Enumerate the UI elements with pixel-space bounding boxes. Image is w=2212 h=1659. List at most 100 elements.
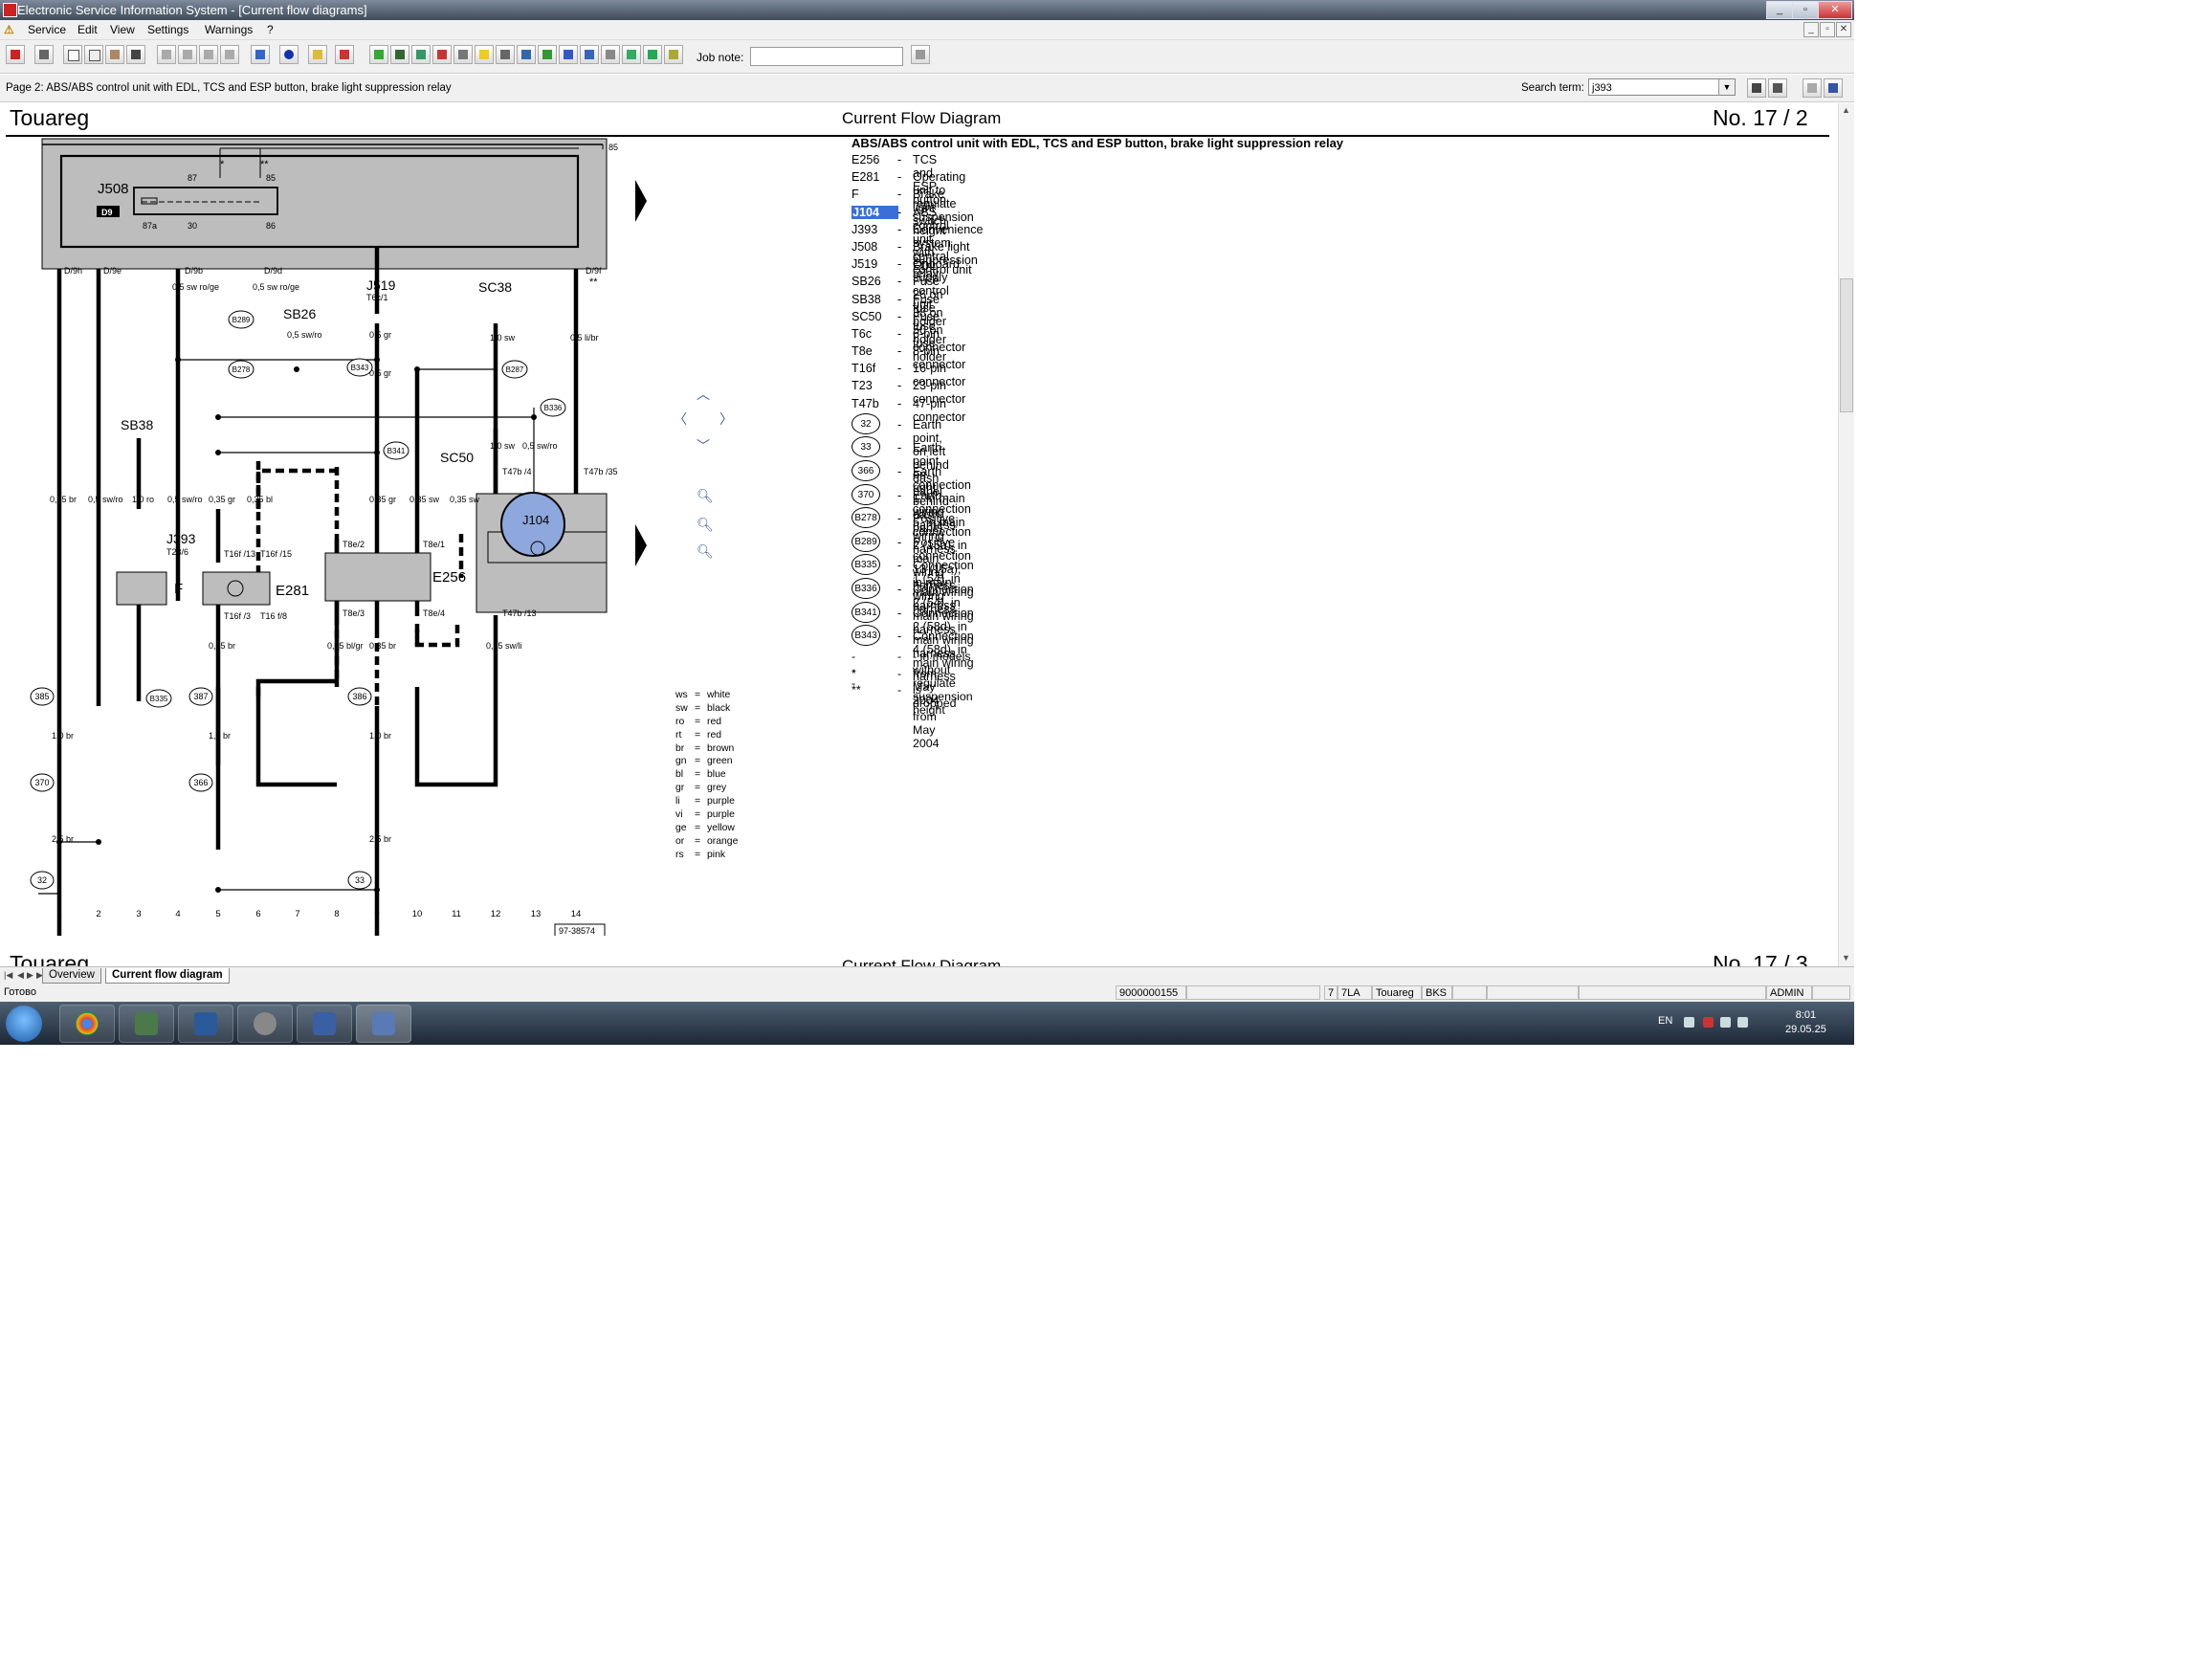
menu-service[interactable]: Service — [28, 23, 66, 36]
wire-color-row: ro = red — [675, 716, 762, 729]
module-warning-icon[interactable] — [475, 45, 494, 64]
close-button[interactable]: ✕ — [1818, 1, 1852, 19]
pan-right-icon[interactable]: 〉 — [719, 409, 733, 429]
menu-warnings[interactable]: Warnings — [205, 23, 253, 36]
wire-color-row: ws = white — [675, 689, 762, 702]
up-level-icon[interactable] — [251, 45, 270, 64]
module-icon-10[interactable] — [559, 45, 578, 64]
taskbar-app-4[interactable] — [237, 1005, 293, 1043]
minimize-button[interactable]: _ — [1766, 1, 1793, 19]
pan-left-icon[interactable]: 〈 — [674, 409, 687, 429]
first-page-icon[interactable] — [157, 45, 176, 64]
legend-circle-code: B278 — [852, 507, 880, 529]
zoom-icon[interactable]: 🔍︎ — [697, 488, 714, 504]
taskbar-app-5[interactable] — [297, 1005, 352, 1043]
tab-first-icon[interactable]: |◀ — [4, 970, 12, 981]
module-icon-8[interactable] — [517, 45, 536, 64]
tab-prev-icon[interactable]: ◀ — [17, 970, 24, 981]
language-indicator[interactable]: EN — [1658, 1015, 1672, 1027]
module-icon-2[interactable] — [390, 45, 409, 64]
module-icon-14[interactable] — [643, 45, 662, 64]
mdi-close-button[interactable]: ✕ — [1836, 22, 1851, 37]
help-icon[interactable] — [308, 45, 327, 64]
vertical-scrollbar[interactable]: ▲ ▼ — [1838, 103, 1854, 966]
module-icon-7[interactable] — [496, 45, 515, 64]
next-diagram-icon[interactable] — [635, 524, 647, 566]
module-icon-9[interactable] — [538, 45, 557, 64]
connector-label: D/9d — [264, 266, 282, 276]
refresh-icon[interactable] — [335, 45, 354, 64]
search-dropdown-icon[interactable]: ▼ — [1718, 79, 1735, 95]
mdi-restore-button[interactable]: ▫ — [1820, 22, 1835, 37]
info-icon[interactable] — [279, 45, 299, 64]
track-number: 9 — [374, 909, 379, 919]
taskbar-elsa[interactable] — [356, 1005, 411, 1043]
clock-time: 8:01 — [1795, 1009, 1817, 1021]
legend-code: J393 — [852, 222, 878, 236]
exit-icon[interactable] — [6, 45, 25, 64]
clock[interactable]: 8:01 29.05.25 — [1785, 1008, 1826, 1037]
tab-bar: |◀ ◀ ▶ ▶| Overview Current flow diagram — [0, 966, 1854, 984]
pan-up-icon[interactable]: ︿ — [697, 385, 710, 404]
taskbar: EN 8:01 29.05.25 — [0, 1002, 1854, 1045]
prev-page-icon[interactable] — [178, 45, 197, 64]
taskbar-app-2[interactable] — [119, 1005, 174, 1043]
start-button[interactable] — [6, 1006, 42, 1042]
module-icon-13[interactable] — [622, 45, 641, 64]
module-icon-11[interactable] — [580, 45, 599, 64]
prev-diagram-icon[interactable] — [635, 180, 647, 222]
maximize-button[interactable]: ▫ — [1792, 1, 1819, 19]
diagram-ref-number: 97-38574 — [559, 926, 595, 936]
junction-label: B336 — [544, 404, 563, 412]
module-icon-5[interactable] — [453, 45, 473, 64]
print-icon[interactable] — [34, 45, 54, 64]
tab-current-flow-diagram[interactable]: Current flow diagram — [105, 968, 230, 984]
last-page-icon[interactable] — [220, 45, 239, 64]
tab-next-icon[interactable]: ▶ — [27, 970, 33, 981]
tray-up-icon[interactable] — [1684, 1017, 1694, 1028]
job-note-button[interactable] — [911, 45, 930, 64]
tray-volume-icon[interactable] — [1737, 1017, 1748, 1028]
scroll-down-icon[interactable]: ▼ — [1842, 953, 1850, 962]
search-next-icon[interactable] — [1768, 78, 1787, 98]
next-page-icon[interactable] — [199, 45, 218, 64]
zoom-in-icon[interactable]: 🔍︎ — [697, 517, 714, 533]
taskbar-chrome[interactable] — [59, 1005, 115, 1043]
document-view[interactable]: Touareg Current Flow Diagram No. 17 / 2 … — [0, 103, 1838, 966]
scroll-thumb[interactable] — [1840, 278, 1853, 412]
module-icon-1[interactable] — [369, 45, 388, 64]
search-icon[interactable] — [1747, 78, 1766, 98]
taskbar-app-3[interactable] — [178, 1005, 233, 1043]
fit-width-icon[interactable] — [1803, 78, 1822, 98]
module-icon-4[interactable] — [432, 45, 452, 64]
car-icon[interactable] — [126, 45, 145, 64]
wire-label: 0,5 sw/ro — [287, 330, 322, 340]
module-icon-3[interactable] — [411, 45, 431, 64]
search-input[interactable]: j393 — [1588, 78, 1736, 96]
module-icon-15[interactable] — [664, 45, 683, 64]
legend-dash: - — [897, 683, 902, 697]
job-note-input[interactable] — [750, 47, 903, 66]
zoom-out-icon[interactable]: 🔍︎ — [697, 543, 714, 560]
fit-page-icon[interactable] — [1824, 78, 1843, 98]
menu-settings[interactable]: Settings — [147, 23, 188, 36]
new-doc-icon[interactable] — [63, 45, 82, 64]
warning-icon[interactable]: ⚠ — [4, 23, 14, 36]
module-icon-12[interactable] — [601, 45, 620, 64]
pan-down-icon[interactable]: ﹀ — [697, 436, 710, 455]
scroll-up-icon[interactable]: ▲ — [1842, 105, 1850, 115]
status-empty-4 — [1579, 985, 1766, 1000]
edit-doc-icon[interactable] — [84, 45, 103, 64]
tab-overview[interactable]: Overview — [42, 968, 101, 984]
menu-view[interactable]: View — [110, 23, 135, 36]
wire-color-name: red — [707, 716, 722, 727]
tray-flag-icon[interactable] — [1703, 1017, 1714, 1028]
menu-help[interactable]: ? — [267, 23, 274, 36]
home-icon[interactable] — [105, 45, 124, 64]
mdi-minimize-button[interactable]: _ — [1803, 22, 1819, 37]
sb38-label: SB38 — [121, 417, 153, 432]
tray-network-icon[interactable] — [1720, 1017, 1731, 1028]
menu-edit[interactable]: Edit — [77, 23, 98, 36]
status-f2: 7LA — [1338, 985, 1372, 1000]
j393-pin-label: T23/6 — [166, 547, 188, 557]
